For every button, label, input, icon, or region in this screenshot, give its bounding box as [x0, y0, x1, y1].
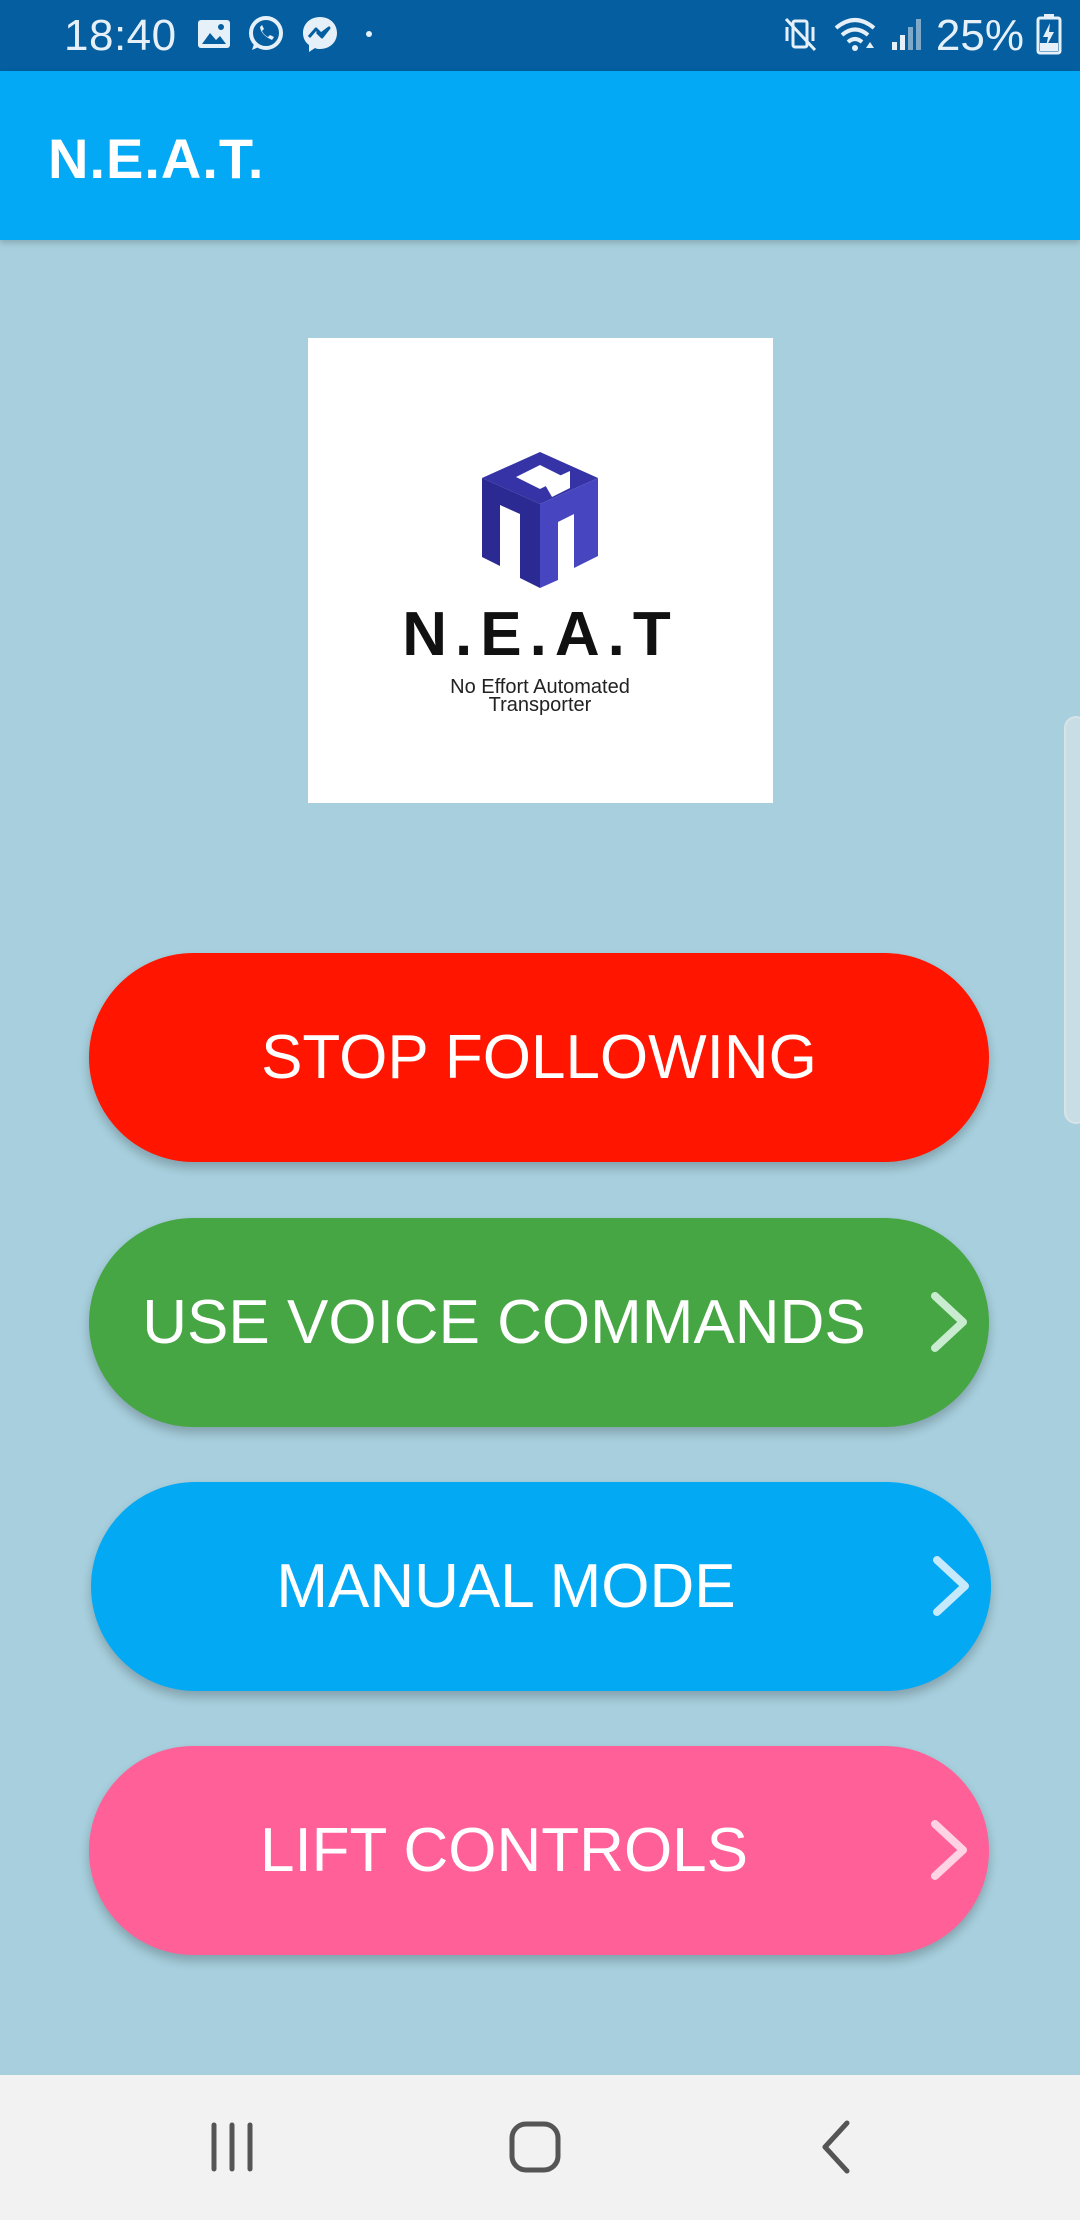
wifi-icon: [832, 14, 878, 59]
lift-controls-label: LIFT CONTROLS: [259, 1816, 749, 1885]
stop-following-label: STOP FOLLOWING: [261, 1023, 817, 1092]
neat-logo: N.E.A.T No Effort Automated Transporter: [308, 338, 773, 803]
app-bar: N.E.A.T.: [0, 71, 1080, 240]
signal-icon: [890, 14, 924, 59]
recent-apps-icon: [211, 2122, 253, 2172]
battery-percentage: 25%: [935, 11, 1024, 60]
chevron-right-icon: [931, 1292, 967, 1352]
messenger-icon: [300, 14, 340, 59]
logo-tagline-line2: Transporter: [488, 694, 592, 716]
manual-mode-button[interactable]: MANUAL MODE: [91, 1482, 991, 1691]
dot-icon: [354, 16, 384, 57]
battery-charging-icon: [1036, 13, 1062, 60]
navigation-bar: [0, 2075, 1080, 2220]
lift-controls-button[interactable]: LIFT CONTROLS: [89, 1746, 989, 1955]
whatsapp-icon: [246, 14, 286, 59]
logo-brand-text: N.E.A.T: [402, 600, 679, 669]
home-icon: [509, 2121, 561, 2173]
logo-tagline: No Effort Automated Transporter: [420, 677, 660, 716]
manual-mode-label: MANUAL MODE: [276, 1552, 736, 1621]
voice-commands-label: USE VOICE COMMANDS: [142, 1288, 866, 1357]
status-bar: 18:40 25%: [0, 0, 1080, 71]
stop-following-button[interactable]: STOP FOLLOWING: [89, 953, 989, 1162]
home-button[interactable]: [475, 2075, 595, 2220]
recent-apps-button[interactable]: [172, 2075, 292, 2220]
notification-icons: [196, 14, 384, 59]
neat-cube-logo-icon: [482, 452, 598, 588]
status-time: 18:40: [64, 11, 177, 60]
gallery-icon: [196, 16, 232, 57]
chevron-right-icon: [931, 1820, 967, 1880]
chevron-right-icon: [933, 1556, 969, 1616]
voice-commands-button[interactable]: USE VOICE COMMANDS: [89, 1218, 989, 1427]
mute-vibrate-icon: [780, 14, 820, 59]
edge-panel-handle[interactable]: [1064, 716, 1080, 1124]
system-status: 25%: [780, 10, 1062, 62]
back-button[interactable]: [777, 2075, 897, 2220]
app-title: N.E.A.T.: [48, 127, 265, 190]
back-icon: [822, 2120, 850, 2174]
